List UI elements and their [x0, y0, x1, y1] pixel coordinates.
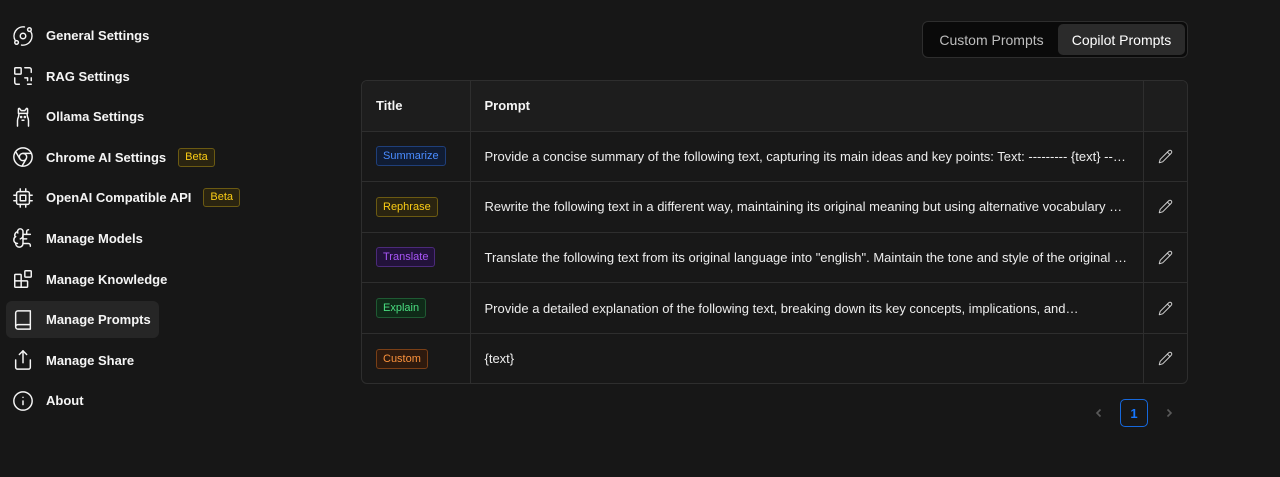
pencil-icon	[1158, 250, 1172, 265]
pencil-icon	[1158, 301, 1172, 315]
column-header-action	[1143, 81, 1187, 132]
llama-icon	[12, 106, 34, 128]
brain-icon	[12, 227, 34, 249]
sidebar-item-rag-settings[interactable]: RAG Settings	[6, 58, 138, 95]
settings-page: General Settings RAG Settings Ollama Set…	[0, 0, 1280, 477]
sidebar-item-manage-prompts[interactable]: Manage Prompts	[6, 301, 159, 339]
sidebar-item-openai-compatible-api[interactable]: OpenAI Compatible API Beta	[6, 179, 248, 216]
prompt-title-tag: Summarize	[376, 146, 446, 167]
sidebar-item-label: Manage Knowledge	[46, 271, 168, 287]
pencil-icon	[1158, 149, 1172, 164]
prompt-title-tag: Rephrase	[376, 196, 438, 217]
info-icon	[12, 390, 34, 412]
table-header-row: Title Prompt	[362, 81, 1187, 132]
previous-page-button[interactable]	[1088, 402, 1110, 424]
sidebar-item-label: Chrome AI Settings	[46, 149, 167, 165]
prompt-title-tag: Translate	[376, 247, 436, 268]
sidebar-item-label: Manage Share	[46, 352, 135, 368]
cpu-icon	[12, 187, 34, 209]
prompt-title-tag: Custom	[376, 348, 428, 369]
edit-button[interactable]	[1154, 145, 1176, 167]
blocks-icon	[12, 268, 34, 290]
tab-copilot-prompts[interactable]: Copilot Prompts	[1058, 24, 1185, 55]
orbit-icon	[12, 25, 34, 47]
sidebar-item-manage-models[interactable]: Manage Models	[6, 220, 151, 257]
sidebar-item-label: RAG Settings	[46, 68, 130, 84]
sidebar-item-label: Manage Models	[46, 230, 143, 246]
prompt-text: {text}	[470, 333, 1144, 383]
pagination: 1	[1088, 399, 1180, 427]
book-icon	[12, 309, 34, 331]
sidebar-item-label: OpenAI Compatible API	[46, 190, 192, 206]
share-icon	[12, 349, 34, 371]
prompt-text: Translate the following text from its or…	[470, 232, 1144, 284]
prompts-table: Title Prompt Summarize Provide a concise…	[361, 80, 1188, 384]
sidebar-item-manage-share[interactable]: Manage Share	[6, 342, 142, 379]
sidebar-item-label: General Settings	[46, 28, 150, 43]
scan-icon	[12, 65, 34, 87]
chrome-icon	[12, 146, 34, 168]
table-row: Translate Translate the following text f…	[362, 232, 1187, 284]
prompt-type-tabs: Custom Prompts Copilot Prompts	[922, 21, 1188, 58]
column-header-title: Title	[362, 81, 471, 132]
chevron-right-icon	[1166, 408, 1173, 418]
sidebar-item-label: Manage Prompts	[46, 312, 151, 328]
sidebar-item-label: About	[46, 393, 84, 409]
sidebar-item-manage-knowledge[interactable]: Manage Knowledge	[6, 261, 175, 298]
table-row: Custom {text}	[362, 333, 1187, 383]
edit-button[interactable]	[1154, 246, 1176, 268]
table-row: Rephrase Rewrite the following text in a…	[362, 181, 1187, 233]
pencil-icon	[1158, 200, 1172, 214]
prompt-text: Provide a concise summary of the followi…	[470, 131, 1144, 183]
sidebar-item-label: Ollama Settings	[46, 109, 145, 125]
chevron-left-icon	[1095, 408, 1102, 418]
table-row: Summarize Provide a concise summary of t…	[362, 131, 1187, 183]
prompt-text: Rewrite the following text in a differen…	[470, 181, 1144, 233]
page-number-button[interactable]: 1	[1120, 399, 1148, 427]
sidebar-item-chrome-ai-settings[interactable]: Chrome AI Settings Beta	[6, 139, 223, 176]
sidebar-item-ollama-settings[interactable]: Ollama Settings	[6, 98, 152, 135]
edit-button[interactable]	[1154, 348, 1176, 370]
beta-badge: Beta	[203, 188, 241, 208]
prompt-title-tag: Explain	[376, 298, 427, 319]
prompt-text: Provide a detailed explanation of the fo…	[470, 282, 1144, 334]
edit-button[interactable]	[1154, 196, 1176, 218]
table-row: Explain Provide a detailed explanation o…	[362, 282, 1187, 334]
beta-badge: Beta	[178, 147, 215, 167]
settings-sidebar: General Settings RAG Settings Ollama Set…	[6, 17, 266, 423]
column-header-prompt: Prompt	[470, 81, 1144, 132]
tab-custom-prompts[interactable]: Custom Prompts	[925, 24, 1058, 55]
pencil-icon	[1158, 352, 1172, 366]
edit-button[interactable]	[1154, 297, 1176, 319]
sidebar-item-about[interactable]: About	[6, 382, 92, 419]
sidebar-item-general-settings[interactable]: General Settings	[6, 17, 157, 54]
next-page-button[interactable]	[1158, 402, 1180, 424]
